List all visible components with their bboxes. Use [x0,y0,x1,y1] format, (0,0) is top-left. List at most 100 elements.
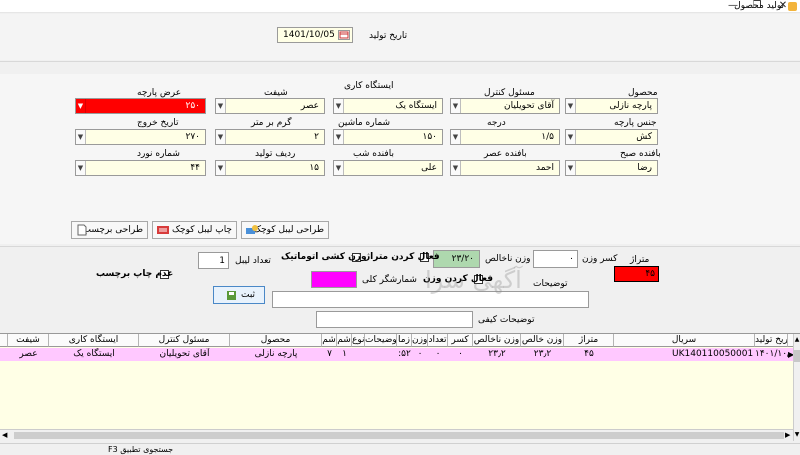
machine-label: شماره ماشین [338,118,391,128]
column-header-serial[interactable]: سریال [614,334,755,347]
design-label-icon [245,224,259,236]
chevron-down-icon: ▼ [566,161,576,175]
station-combo[interactable]: ▼ ایستگاه یک [333,98,443,114]
cell-control: آقای تحویلیان [159,349,210,359]
column-header-date[interactable]: تاریخ تولید [755,334,788,347]
product-label: محصول [628,88,658,98]
cell-serial: UK140110050001 [672,349,754,359]
product-combo[interactable]: ▼ پارچه نازلی [565,98,658,114]
label-count-field[interactable]: 1 [198,252,229,269]
column-header-meter[interactable]: متراژ [564,334,614,347]
scroll-right-icon[interactable]: ▶ [785,431,790,439]
no-print-label: عدم چاپ برچسب [96,269,174,279]
column-header-shift[interactable]: شیفت [8,334,49,347]
column-header-weight[interactable]: وزن [412,334,428,347]
counter-field[interactable] [311,271,357,288]
night-combo[interactable]: ▼ علی [333,160,443,176]
scroll-thumb[interactable] [794,350,800,362]
design-tag-button[interactable]: طراحی برچسب [71,221,148,239]
gsm-combo[interactable]: ▼ ۲ [215,129,325,145]
width-combo[interactable]: ▼ ۲۵۰ [75,98,206,114]
shift-label: شیفت [264,88,288,98]
fabric-label: جنس پارچه [614,118,657,128]
roll-combo[interactable]: ▼ ۴۴ [75,160,206,176]
morning-combo[interactable]: ▼ رضا [565,160,658,176]
calendar-icon[interactable] [338,30,350,40]
machine-combo[interactable]: ▼ ۱۵۰ [333,129,443,145]
save-icon [227,290,236,300]
title-bar: تولید محصول — ❐ ✕ [0,0,800,13]
print-label-icon [156,224,170,236]
column-header-gross[interactable]: وزن ناخالص [473,334,521,347]
cell-count: ۰ [435,349,441,359]
scroll-left-icon[interactable]: ◀ [2,431,7,439]
chevron-down-icon: ▼ [451,161,461,175]
quality-field[interactable] [316,311,473,328]
counter-label: شمارشگر کلی [362,275,417,285]
evening-label: بافنده عصر [484,149,527,159]
scroll-down-icon[interactable]: ▼ [794,431,800,438]
column-header-tare[interactable]: کسر [448,334,473,347]
column-header-control[interactable]: مسئول کنترل [139,334,230,347]
close-button[interactable]: ✕ [772,0,794,13]
date-input[interactable]: 1401/10/05 [277,27,353,43]
gsm-label: گرم بر متر [251,118,292,128]
meter-field[interactable]: ۴۵ [614,266,659,282]
prodrow-combo[interactable]: ▼ ۱۵ [215,160,325,176]
station-label: ایستگاه کاری [344,81,394,91]
exit-label: تاریخ خروج [137,118,179,128]
print-small-label-button[interactable]: چاپ لیبل کوچک [152,221,237,239]
column-header-type[interactable]: نوع [352,334,365,347]
column-header-net[interactable]: وزن خالص [521,334,564,347]
control-combo[interactable]: ▼ آقای تحویلیان [450,98,560,114]
horizontal-scrollbar[interactable]: ◀ ▶ [0,429,793,441]
control-label: مسئول کنترل [484,88,535,98]
divider [0,246,800,247]
minimize-button[interactable]: — [722,0,744,13]
column-header-num2[interactable]: شم [322,334,337,347]
chevron-down-icon: ▼ [76,161,86,175]
column-header-product[interactable]: محصول [230,334,322,347]
scroll-up-icon[interactable]: ▲ [794,336,800,343]
chevron-down-icon: ▼ [76,130,86,144]
status-bar: F3 جستجوی تطبیق [0,443,800,455]
table-row[interactable]: ▶ ۱۴۰۱/۱۰/۰۵ UK140110050001 ۴۵ ۲۳٫۲ ۲۳٫۲… [0,348,794,361]
cell-weight: ۰ [417,349,423,359]
divider [0,61,800,62]
column-header-num1[interactable]: شم [337,334,352,347]
document-icon [75,224,89,236]
label-count-label: تعداد لیبل [235,256,271,266]
tare-label: کسر وزن [582,254,618,264]
cell-time: :۵۲ [398,349,411,359]
chevron-down-icon: ▼ [566,99,576,113]
evening-combo[interactable]: ▼ احمد [450,160,560,176]
date-value: 1401/10/05 [283,30,335,40]
cell-meter: ۴۵ [584,349,594,359]
cell-type [352,348,365,361]
grid-corner [0,334,8,347]
design-small-label-button[interactable]: طراحی لیبل کوچک [241,221,329,239]
column-header-count[interactable]: تعداد [428,334,448,347]
chevron-down-icon: ▼ [334,130,344,144]
tare-field[interactable]: ۰ [533,250,578,268]
fabric-combo[interactable]: ▼ کش [565,129,658,145]
column-header-notes[interactable]: توضیحات [365,334,397,347]
vertical-scrollbar[interactable]: ▲ ▼ [793,334,800,441]
notes-label: توضیحات [533,279,568,289]
chevron-down-icon: ▼ [216,130,226,144]
data-grid[interactable]: تاریخ تولید سریال متراژ وزن خالص وزن ناخ… [0,333,800,441]
cell-net: ۲۳٫۲ [533,349,552,359]
cell-gross: ۲۳٫۲ [488,349,506,359]
enable-meter-label: فعال کردن متراژ [365,252,440,262]
column-header-time[interactable]: زما [397,334,412,347]
submit-button[interactable]: ثبت [213,286,265,304]
shift-combo[interactable]: ▼ عصر [215,98,325,114]
cell-num2: ۷ [327,349,332,359]
hscroll-thumb[interactable] [14,432,784,439]
column-header-station[interactable]: ایستگاه کاری [49,334,139,347]
grade-combo[interactable]: ▼ ۱/۵ [450,129,560,145]
exit-combo[interactable]: ▼ ۲۷۰ [75,129,206,145]
restore-button[interactable]: ❐ [746,0,768,13]
cell-num1: ۱ [342,349,347,359]
quality-label: توضیحات کیفی [478,315,535,325]
